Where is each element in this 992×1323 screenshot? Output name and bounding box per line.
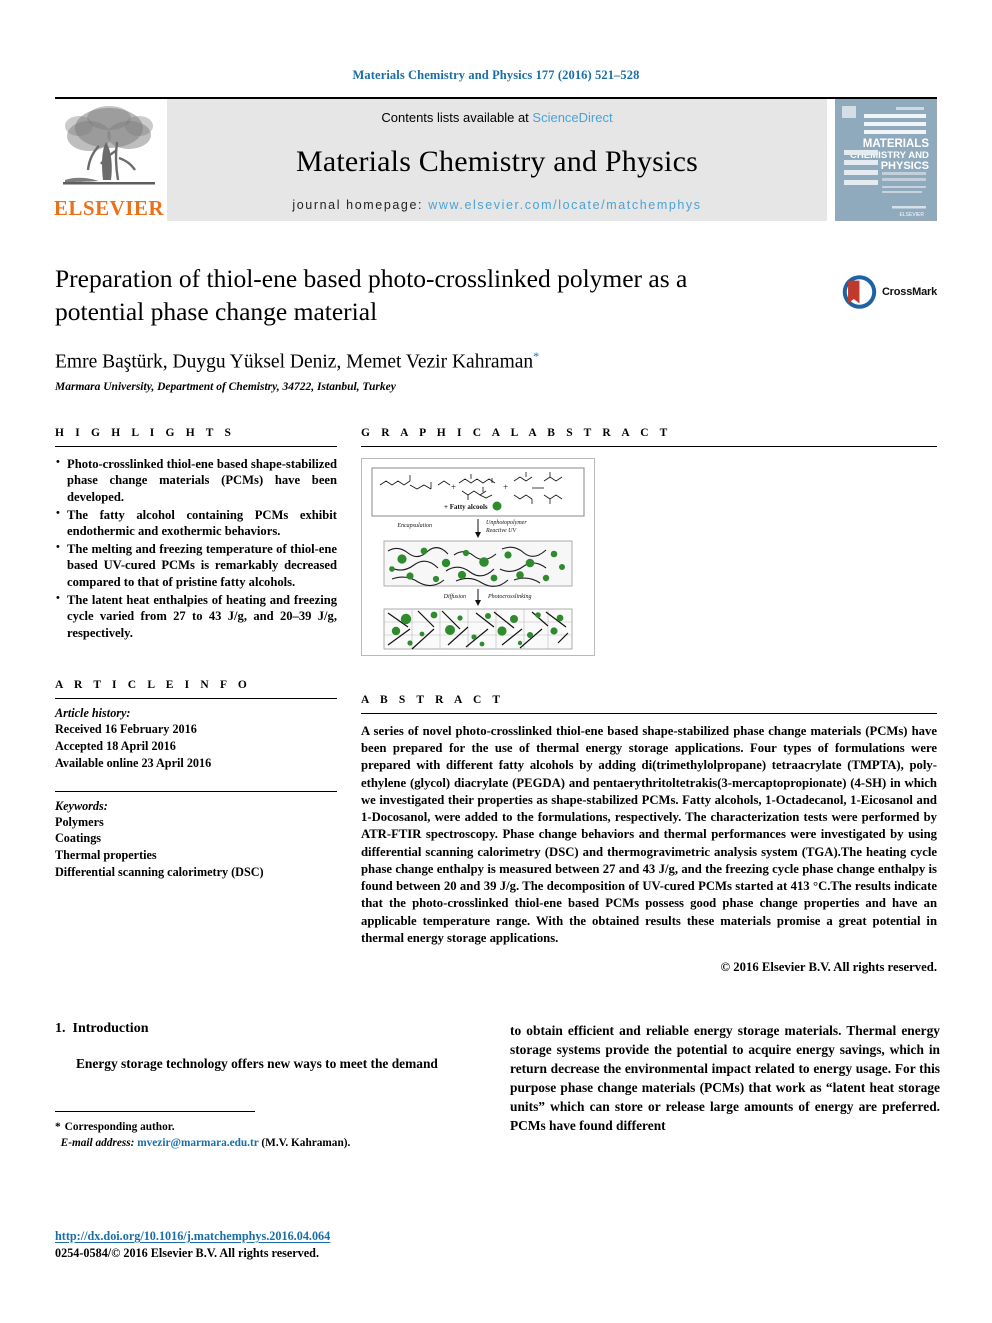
highlights-list: Photo-crosslinked thiol-ene based shape-… <box>55 447 337 642</box>
history-accepted: Accepted 18 April 2016 <box>55 739 176 754</box>
graphical-abstract-divider <box>361 445 937 447</box>
intro-paragraph-left: Energy storage technology offers new way… <box>76 1056 438 1072</box>
svg-text:MATERIALS: MATERIALS <box>863 138 930 150</box>
keywords-block: Keywords: Polymers Coatings Thermal prop… <box>55 792 337 881</box>
page-title: Preparation of thiol-ene based photo-cro… <box>55 264 688 326</box>
title-block: Preparation of thiol-ene based photo-cro… <box>55 263 937 393</box>
abstract-copyright: © 2016 Elsevier B.V. All rights reserved… <box>720 960 937 975</box>
issn-copyright: 0254-0584/© 2016 Elsevier B.V. All right… <box>55 1246 320 1260</box>
masthead-center: Contents lists available at ScienceDirec… <box>167 99 827 221</box>
author-list: Emre Baştürk, Duygu Yüksel Deniz, Memet … <box>55 349 937 374</box>
graphical-abstract-figure: + + + Fatty alcools Encapsulation Unphot… <box>361 457 595 656</box>
corresponding-author-footnote: * Corresponding author. E-mail address: m… <box>55 1111 351 1151</box>
body-column-right: to obtain efficient and reliable energy … <box>510 1021 940 1151</box>
footnote-star: * <box>55 1121 61 1134</box>
journal-masthead: ELSEVIER Contents lists available at Sci… <box>53 97 937 221</box>
svg-text:Unphotopolymer: Unphotopolymer <box>486 520 527 526</box>
footnote-email-line: E-mail address: mvezir@marmara.edu.tr (M… <box>55 1135 351 1151</box>
corresponding-author-marker: * <box>533 349 540 364</box>
footnote-corresponding: * Corresponding author. <box>55 1119 255 1135</box>
journal-homepage-line: journal homepage: www.elsevier.com/locat… <box>292 198 701 212</box>
history-received: Received 16 February 2016 <box>55 722 197 737</box>
homepage-url-link[interactable]: www.elsevier.com/locate/matchemphys <box>428 198 701 212</box>
crossmark-label: CrossMark <box>881 286 937 298</box>
highlights-heading: H I G H L I G H T S <box>55 426 236 439</box>
elsevier-logo: ELSEVIER <box>53 99 165 221</box>
right-column: G R A P H I C A L A B S T R A C T + + + … <box>337 427 937 975</box>
contents-list-line: Contents lists available at ScienceDirec… <box>381 110 612 125</box>
svg-text:+: + <box>451 482 456 492</box>
info-columns: H I G H L I G H T S Photo-crosslinked th… <box>55 427 937 975</box>
email-label: E-mail address: <box>60 1137 135 1150</box>
journal-title: Materials Chemistry and Physics <box>296 144 698 178</box>
svg-text:Encapsulation: Encapsulation <box>396 523 432 529</box>
email-link[interactable]: mvezir@marmara.edu.tr <box>137 1137 258 1149</box>
article-info-heading: A R T I C L E I N F O <box>55 679 251 692</box>
elsevier-wordmark: ELSEVIER <box>53 196 165 220</box>
sciencedirect-link[interactable]: ScienceDirect <box>532 110 612 125</box>
crossmark-icon <box>842 275 877 309</box>
abstract-heading: A B S T R A C T <box>361 693 505 706</box>
abstract-text: A series of novel photo-crosslinked thio… <box>361 723 937 945</box>
history-available-online: Available online 23 April 2016 <box>55 755 212 770</box>
crossmark-badge[interactable]: CrossMark <box>841 263 937 321</box>
author-names: Emre Baştürk, Duygu Yüksel Deniz, Memet … <box>55 351 534 373</box>
keyword-item: Polymers <box>55 814 104 829</box>
homepage-prefix: journal homepage: <box>292 198 429 212</box>
svg-text:Photocrosslinking: Photocrosslinking <box>487 594 531 600</box>
intro-paragraph-right: to obtain efficient and reliable energy … <box>510 1023 940 1134</box>
list-item: The latent heat enthalpies of heating an… <box>55 591 337 642</box>
abstract-block: A B S T R A C T A series of novel photo-… <box>361 694 937 975</box>
running-head: Materials Chemistry and Physics 177 (201… <box>352 68 640 82</box>
list-item: Photo-crosslinked thiol-ene based shape-… <box>55 455 337 506</box>
footnote-corresponding-text: Corresponding author. <box>64 1121 175 1134</box>
contents-prefix: Contents lists available at <box>381 110 533 125</box>
journal-cover-thumbnail: MATERIALS CHEMISTRY AND PHYSICS ELSEVIER <box>835 99 937 221</box>
graphical-abstract-heading: G R A P H I C A L A B S T R A C T <box>361 426 672 439</box>
keyword-item: Differential scanning calorimetry (DSC) <box>55 864 264 879</box>
keyword-item: Coatings <box>55 831 102 846</box>
svg-text:+ Fatty alcools: + Fatty alcools <box>444 503 488 511</box>
email-owner: (M.V. Kahraman). <box>261 1137 351 1150</box>
svg-text:+: + <box>503 482 508 492</box>
body-column-left: 1. Introduction Energy storage technolog… <box>55 1021 485 1151</box>
svg-text:PHYSICS: PHYSICS <box>881 160 929 172</box>
keyword-item: Thermal properties <box>55 847 157 862</box>
section-number: 1. <box>55 1021 66 1037</box>
article-info-block: A R T I C L E I N F O Article history: R… <box>55 679 337 880</box>
left-column: H I G H L I G H T S Photo-crosslinked th… <box>55 427 337 975</box>
article-history-label: Article history: <box>55 706 131 721</box>
article-page: Materials Chemistry and Physics 177 (201… <box>0 0 992 1323</box>
body-columns: 1. Introduction Energy storage technolog… <box>55 1021 940 1151</box>
list-item: The melting and freezing temperature of … <box>55 540 337 591</box>
svg-text:Diffusion: Diffusion <box>443 593 466 600</box>
keywords-label: Keywords: <box>55 798 108 813</box>
doi-link[interactable]: http://dx.doi.org/10.1016/j.matchemphys.… <box>55 1229 330 1244</box>
introduction-heading: 1. Introduction <box>55 1021 485 1037</box>
affiliation: Marmara University, Department of Chemis… <box>55 380 396 393</box>
elsevier-tree-icon <box>59 102 159 198</box>
svg-text:Reactive UV: Reactive UV <box>485 528 517 534</box>
section-name: Introduction <box>72 1021 149 1037</box>
article-history: Article history: Received 16 February 20… <box>55 699 337 771</box>
page-footer: http://dx.doi.org/10.1016/j.matchemphys.… <box>55 1229 330 1261</box>
svg-text:ELSEVIER: ELSEVIER <box>900 212 925 218</box>
list-item: The fatty alcohol containing PCMs exhibi… <box>55 506 337 540</box>
